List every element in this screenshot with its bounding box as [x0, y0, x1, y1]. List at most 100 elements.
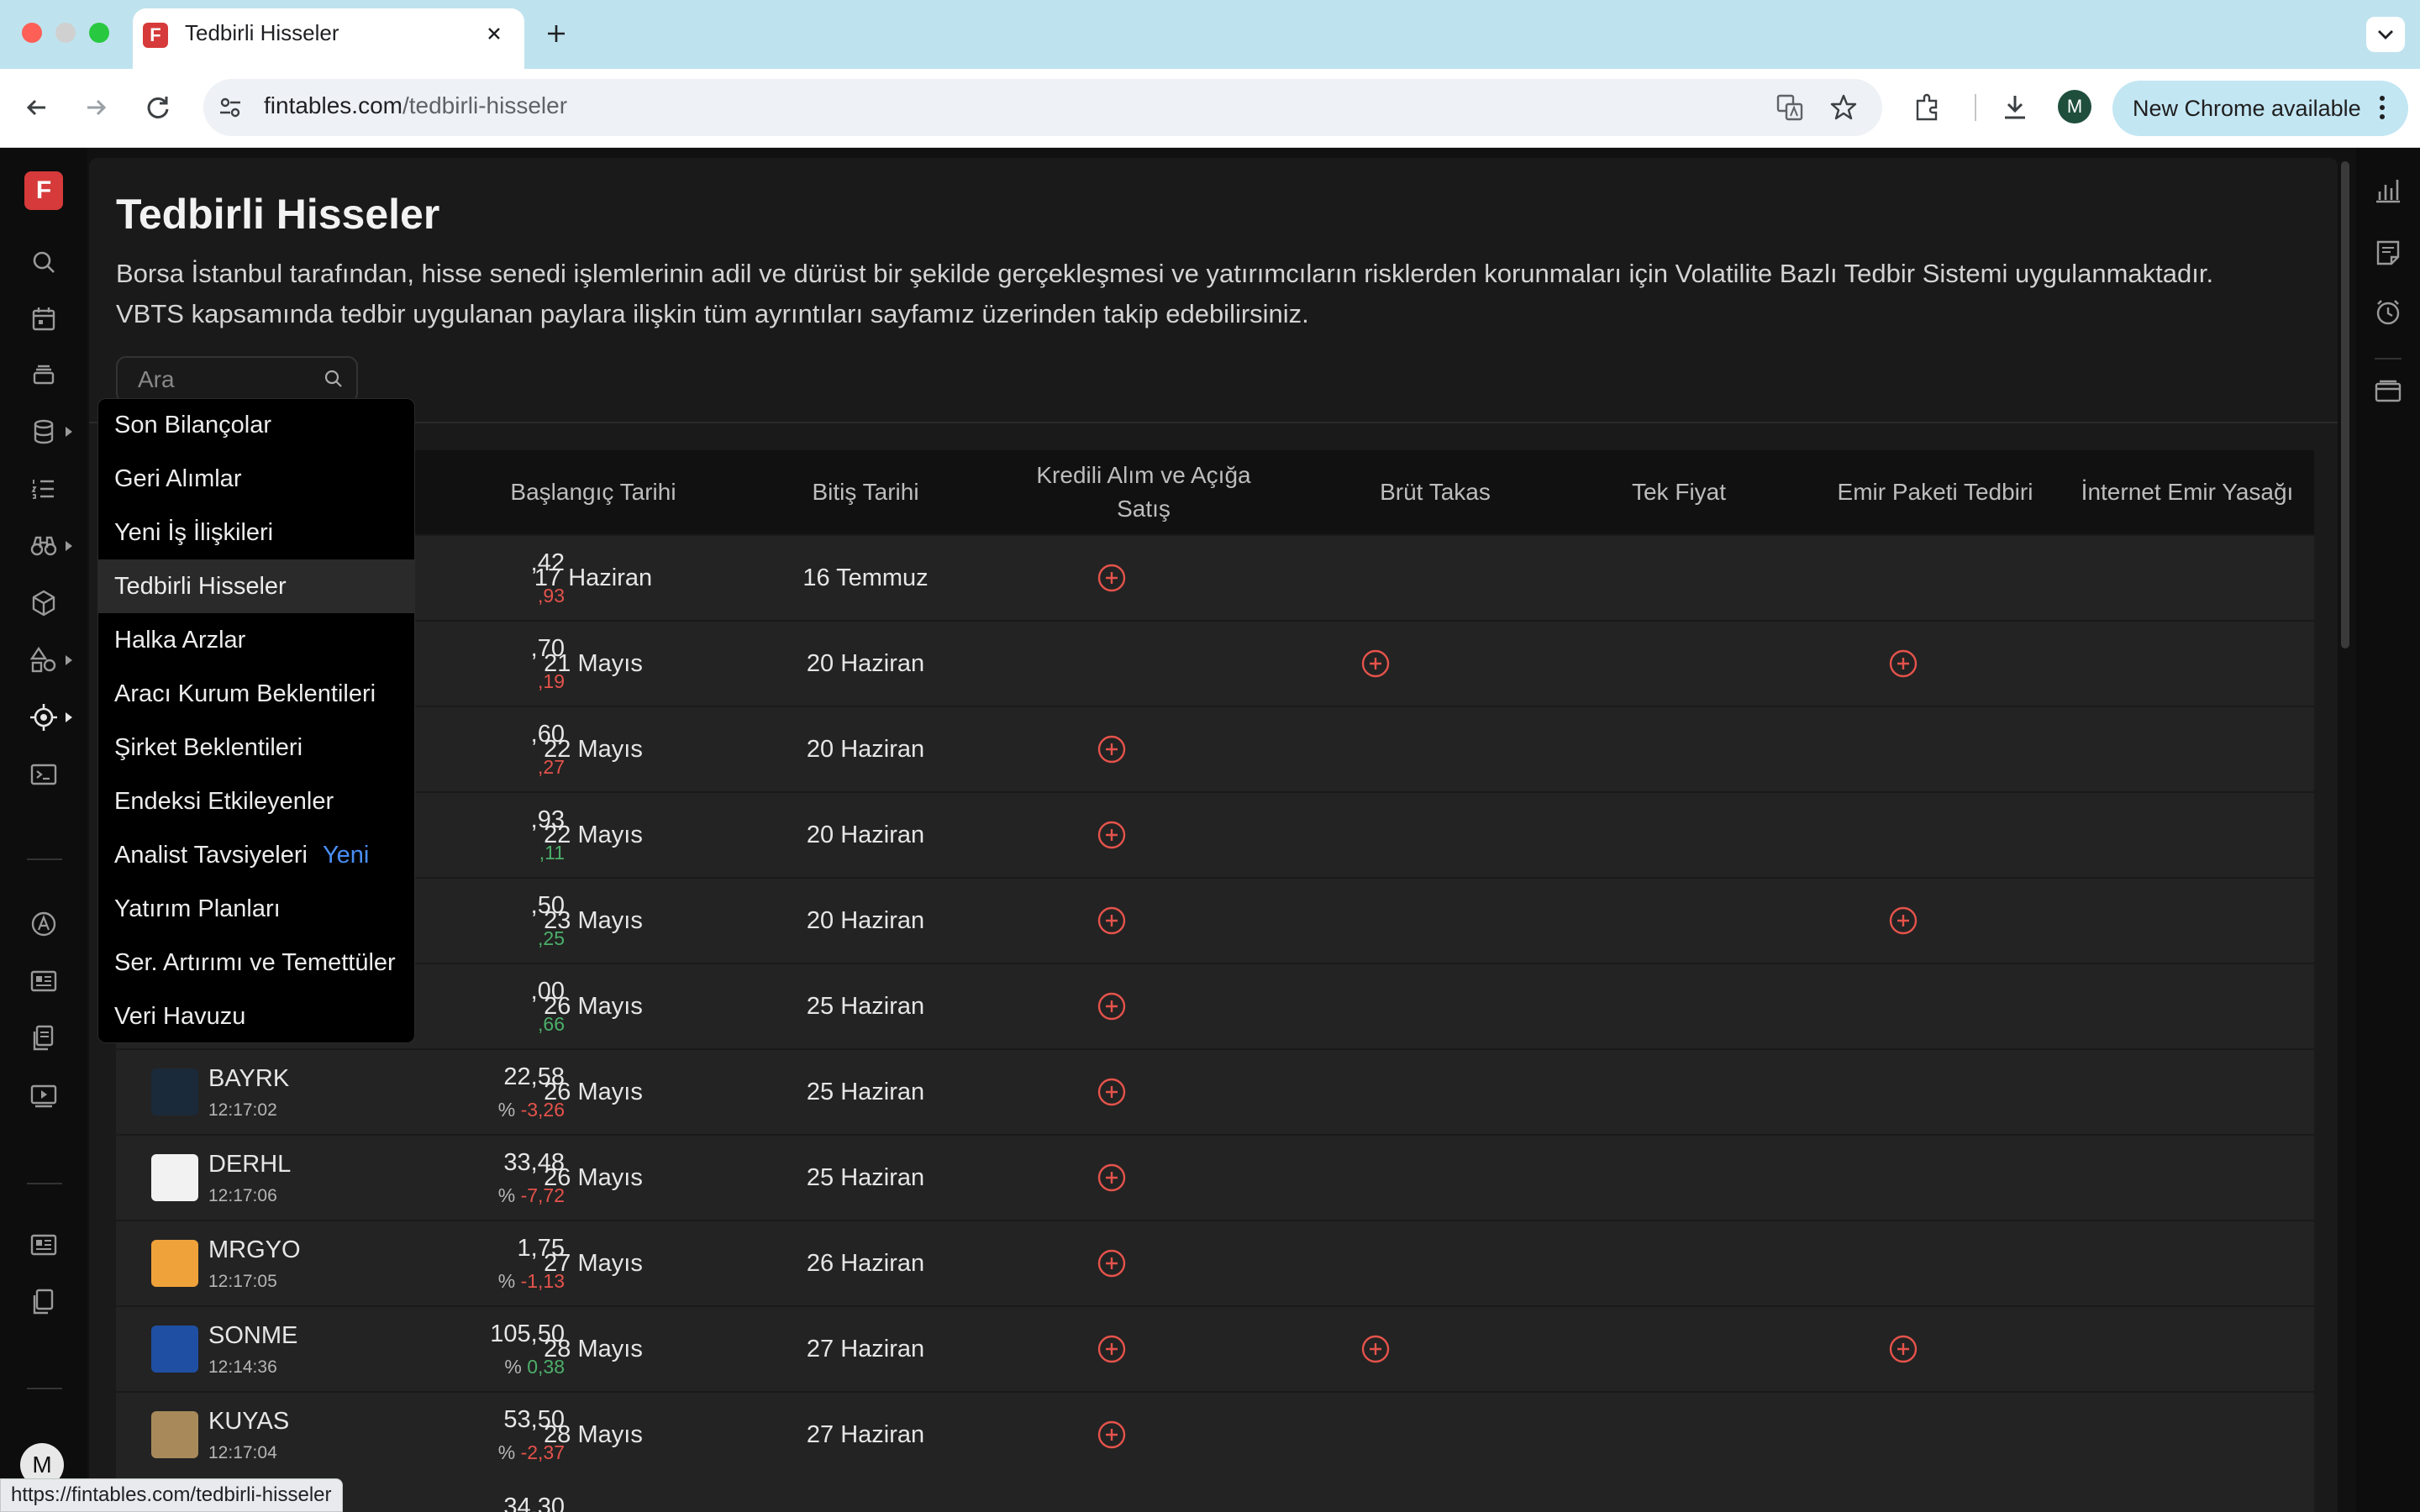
menu-item[interactable]: Yeni İş İlişkileri: [97, 506, 415, 559]
url-text[interactable]: fintables.com/tedbirli-hisseler: [264, 92, 567, 119]
wallet-icon[interactable]: [2371, 375, 2405, 408]
calendar-icon[interactable]: [27, 302, 60, 336]
plus-circle-icon-credit-short[interactable]: [1097, 1077, 1127, 1107]
rail-divider: [27, 1183, 62, 1184]
table-row[interactable]: ,60 ,27 22 Mayıs 20 Haziran: [116, 706, 2314, 791]
menu-item[interactable]: Şirket Beklentileri: [97, 721, 415, 774]
plus-circle-icon-order-package[interactable]: [1888, 1334, 1918, 1364]
column-header-credit-short[interactable]: Kredili Alım ve Açığa Satış: [990, 459, 1297, 526]
back-arrow-icon[interactable]: [20, 91, 54, 124]
table-row[interactable]: BAYRK 12:17:02 22,58% -3,26 26 Mayıs 25 Hazi…: [116, 1048, 2314, 1134]
column-header-gross-settlement[interactable]: Brüt Takas: [1326, 475, 1544, 509]
extensions-icon[interactable]: [1911, 91, 1944, 124]
plus-circle-icon-credit-short[interactable]: [1097, 991, 1127, 1021]
cube-icon[interactable]: [27, 586, 60, 620]
end-date: 25 Haziran: [806, 1079, 925, 1105]
page-scrollbar[interactable]: [2341, 161, 2349, 648]
menu-item[interactable]: Endeksi Etkileyenler: [97, 774, 415, 828]
menu-item[interactable]: Ser. Artırımı ve Temettüler: [97, 936, 415, 990]
newspaper-icon[interactable]: [27, 1228, 60, 1262]
plus-circle-icon-credit-short[interactable]: [1097, 820, 1127, 850]
window-zoom-button[interactable]: [89, 23, 109, 43]
menu-item[interactable]: Son Bilançolar: [97, 398, 415, 452]
table-row[interactable]: KUYAS 12:17:04 53,50% -2,37 28 Mayıs 27 Hazi…: [116, 1391, 2314, 1477]
academy-icon[interactable]: [27, 907, 60, 941]
plus-circle-icon-credit-short[interactable]: [1097, 906, 1127, 936]
site-settings-icon[interactable]: [215, 92, 245, 123]
documents-icon[interactable]: [27, 1021, 60, 1055]
menu-item[interactable]: Aracı Kurum Beklentileri: [97, 667, 415, 721]
menu-item[interactable]: Halka Arzlar: [97, 613, 415, 667]
menu-item[interactable]: Tedbirli Hisseler: [97, 559, 415, 613]
window-minimize-button[interactable]: [55, 23, 76, 43]
chrome-profile-avatar[interactable]: M: [2058, 90, 2091, 123]
stock-time: 12:17:02: [208, 1100, 277, 1120]
translate-icon[interactable]: [1773, 91, 1807, 124]
plus-circle-icon-order-package[interactable]: [1888, 648, 1918, 679]
chrome-menu-icon[interactable]: [2376, 94, 2388, 121]
column-header-internet-order-ban[interactable]: İnternet Emir Yasağı: [2049, 475, 2326, 509]
plus-circle-icon-credit-short[interactable]: [1097, 734, 1127, 764]
plus-circle-icon-credit-short[interactable]: [1097, 563, 1127, 593]
column-header-order-package[interactable]: Emir Paketi Tedbiri: [1797, 475, 2074, 509]
target-caret-icon: [64, 711, 74, 724]
search-icon[interactable]: [321, 366, 346, 391]
table-row[interactable]: DERHL 12:17:06 33,48% -7,72 26 Mayıs 25 Hazi…: [116, 1134, 2314, 1220]
tab-search-chevron-icon[interactable]: [2366, 17, 2405, 52]
plus-circle-icon-credit-short[interactable]: [1097, 1420, 1127, 1450]
reload-icon[interactable]: [141, 91, 175, 124]
binoculars-icon[interactable]: [27, 529, 60, 563]
table-row[interactable]: ,42 ,93 17 Haziran 16 Temmuz: [116, 534, 2314, 620]
window-close-button[interactable]: [22, 23, 42, 43]
plus-circle-icon-credit-short[interactable]: [1097, 1334, 1127, 1364]
ordered-list-icon[interactable]: [27, 472, 60, 506]
copy-documents-icon[interactable]: [27, 1285, 60, 1319]
database-caret-icon: [64, 425, 74, 438]
tab-close-icon[interactable]: [482, 22, 506, 45]
menu-item[interactable]: Yatırım Planları: [97, 882, 415, 936]
table-row[interactable]: ,50 ,25 23 Mayıs 20 Haziran: [116, 877, 2314, 963]
downloads-icon[interactable]: [1998, 91, 2032, 124]
alarm-clock-icon[interactable]: [2371, 296, 2405, 329]
stock-code: KUYAS: [208, 1408, 290, 1435]
news-icon[interactable]: [27, 964, 60, 998]
plus-circle-icon-credit-short[interactable]: [1097, 1248, 1127, 1278]
table-row[interactable]: SONME 12:14:36 105,50% 0,38 28 Mayıs 27 Hazi…: [116, 1305, 2314, 1391]
end-date: 16 Temmuz: [802, 564, 929, 591]
end-date: 27 Haziran: [806, 1421, 925, 1448]
video-icon[interactable]: [27, 1079, 60, 1112]
bar-chart-icon[interactable]: [2371, 173, 2405, 207]
target-icon[interactable]: [27, 701, 60, 734]
new-badge: Yeni: [322, 842, 370, 869]
search-icon[interactable]: [27, 245, 60, 279]
table-row[interactable]: ,93 ,11 22 Mayıs 20 Haziran: [116, 791, 2314, 877]
new-tab-icon[interactable]: [543, 20, 570, 47]
shapes-icon[interactable]: [27, 643, 60, 677]
stock-code: MRGYO: [208, 1236, 301, 1263]
column-header-end-date[interactable]: Bitiş Tarihi: [765, 475, 966, 509]
fintables-logo[interactable]: F: [24, 171, 63, 210]
menu-item[interactable]: Veri Havuzu: [97, 990, 415, 1043]
column-header-single-price[interactable]: Tek Fiyat: [1578, 475, 1780, 509]
plus-circle-icon-order-package[interactable]: [1888, 906, 1918, 936]
table-row[interactable]: MRGYO 12:17:05 1,75% -1,13 27 Mayıs 26 Hazir…: [116, 1220, 2314, 1305]
start-date: 28 Mayıs: [544, 1421, 643, 1448]
notes-icon[interactable]: [2371, 235, 2405, 269]
terminal-icon[interactable]: [27, 758, 60, 791]
table-row[interactable]: ,70 ,19 21 Mayıs 20 Haziran: [116, 620, 2314, 706]
menu-item[interactable]: Analist Tavsiyeleri Yeni: [97, 828, 415, 882]
bookmark-star-icon[interactable]: [1827, 91, 1860, 124]
plus-circle-icon-gross-settlement[interactable]: [1360, 648, 1391, 679]
plus-circle-icon-gross-settlement[interactable]: [1360, 1334, 1391, 1364]
table-row-partial[interactable]: 34,30: [116, 1487, 2314, 1512]
shapes-caret-icon: [64, 654, 74, 667]
stock-logo: [151, 1326, 198, 1373]
column-header-start-date[interactable]: Başlangıç Tarihi: [476, 475, 711, 509]
table-row[interactable]: ,00 ,66 26 Mayıs 25 Haziran: [116, 963, 2314, 1048]
database-icon[interactable]: [27, 415, 60, 449]
plus-circle-icon-credit-short[interactable]: [1097, 1163, 1127, 1193]
stack-icon[interactable]: [27, 358, 60, 391]
search-input[interactable]: [138, 363, 314, 396]
menu-item[interactable]: Geri Alımlar: [97, 452, 415, 506]
forward-arrow-icon[interactable]: [79, 91, 113, 124]
